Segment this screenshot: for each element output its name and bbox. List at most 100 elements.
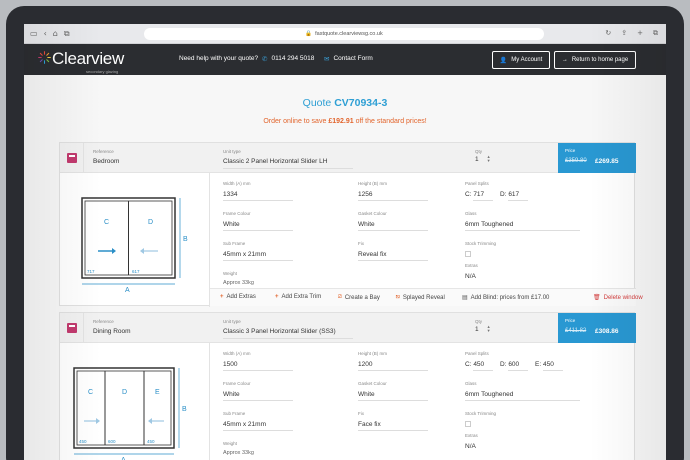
arrow-right-icon: → xyxy=(561,57,568,63)
reference-input[interactable]: Dining Room xyxy=(93,328,131,335)
window-toolbar: + Add Extras + Add Extra Trim ⧄ Create a Ba… xyxy=(210,288,643,306)
split-c-value: 450 xyxy=(473,361,485,368)
new-price: £269.85 xyxy=(595,158,619,165)
gasket-colour-select[interactable]: White xyxy=(358,391,375,398)
add-extras-button[interactable]: + Add Extras xyxy=(220,294,256,300)
browser-actions: ↻ ⇪ + ⧉ xyxy=(605,29,658,38)
glass-select[interactable]: 6mm Toughened xyxy=(465,221,513,228)
add-extra-trim-button[interactable]: + Add Extra Trim xyxy=(275,294,321,300)
fix-underline xyxy=(358,430,428,431)
gasket-colour-select[interactable]: White xyxy=(358,221,375,228)
sub-frame-select[interactable]: 45mm x 21mm xyxy=(223,251,266,258)
width-input[interactable]: 1334 xyxy=(223,191,237,198)
slide-right-arrowhead-icon xyxy=(96,418,100,424)
splayed-reveal-button[interactable]: ⧅ Splayed Reveal xyxy=(396,294,445,301)
unit-type-select[interactable]: Classic 2 Panel Horizontal Slider LH xyxy=(223,158,327,165)
share-icon[interactable]: ⇪ xyxy=(621,29,627,38)
panel-label-c: C xyxy=(88,389,93,396)
contact-label: Contact Form xyxy=(333,55,373,62)
browser-nav: ▭ ‹ ⌂ ⧉ xyxy=(30,29,70,39)
split-c[interactable]: C: 717 xyxy=(465,191,484,198)
split-label-d: 617 xyxy=(132,269,140,274)
glass-select[interactable]: 6mm Toughened xyxy=(465,391,513,398)
delete-window-button[interactable]: 🗑 Delete window xyxy=(593,294,643,302)
split-e[interactable]: E: 450 xyxy=(535,361,554,368)
width-underline xyxy=(223,370,293,371)
window-type-icon-box[interactable] xyxy=(60,313,84,343)
mail-icon: ✉ xyxy=(324,56,330,63)
qty-stepper[interactable]: 1 ▲ ▼ xyxy=(475,325,491,333)
split-c-letter: C: xyxy=(465,361,472,368)
home-icon[interactable]: ⌂ xyxy=(53,29,58,39)
stock-trimming-label: Stock Trimming xyxy=(465,411,497,416)
slide-right-arrowhead-icon xyxy=(112,248,116,254)
new-price: £308.86 xyxy=(595,328,619,335)
delete-window-label: Delete window xyxy=(603,294,643,301)
height-letter: B xyxy=(183,236,188,243)
frame-colour-select[interactable]: White xyxy=(223,221,240,228)
logo[interactable]: Clearview secondary glazing xyxy=(38,49,124,74)
qty-value: 1 xyxy=(475,155,479,163)
tabs-icon[interactable]: ⧉ xyxy=(64,29,70,39)
gasket-colour-label: Gasket Colour xyxy=(358,381,387,386)
phone-number: 0114 294 5018 xyxy=(271,55,315,62)
return-home-label: Return to home page xyxy=(571,57,629,63)
height-input[interactable]: 1256 xyxy=(358,191,372,198)
trash-icon: 🗑 xyxy=(593,295,601,301)
price-label: Price xyxy=(565,148,576,153)
my-account-button[interactable]: 👤 My Account xyxy=(492,51,550,69)
split-d[interactable]: D: 600 xyxy=(500,361,519,368)
quote-savings: Order online to save £192.91 off the sta… xyxy=(24,118,666,125)
height-label: Height (B) mm xyxy=(358,181,388,186)
stepper-arrows-icon[interactable]: ▲ ▼ xyxy=(487,325,491,333)
stock-trimming-checkbox[interactable] xyxy=(465,421,471,427)
return-home-button[interactable]: → Return to home page xyxy=(554,51,636,69)
split-d[interactable]: D: 617 xyxy=(500,191,519,198)
address-bar[interactable]: 🔒 fastquote.clearviewsg.co.uk xyxy=(144,28,544,40)
sidebar-icon[interactable]: ▭ xyxy=(30,29,38,39)
savings-suffix: off the standard prices! xyxy=(355,118,427,125)
price-box: Price £411.82 £308.86 xyxy=(558,313,636,343)
tab-overview-icon[interactable]: ⧉ xyxy=(653,29,658,38)
width-label: Width (A) mm xyxy=(223,351,251,356)
add-blind-button[interactable]: ▤ Add Blind: prices from £17.00 xyxy=(462,294,549,302)
fix-select[interactable]: Reveal fix xyxy=(358,251,387,258)
stepper-arrows-icon[interactable]: ▲ ▼ xyxy=(487,155,491,163)
height-input[interactable]: 1200 xyxy=(358,361,372,368)
window-diagram: C D E 450 600 450 A B xyxy=(60,343,210,460)
extras-value: N/A xyxy=(465,273,476,280)
split-label-e: 450 xyxy=(147,439,155,444)
stock-trimming-checkbox[interactable] xyxy=(465,251,471,257)
unit-type-select[interactable]: Classic 3 Panel Horizontal Slider (SS3) xyxy=(223,328,336,335)
stock-trimming-label: Stock Trimming xyxy=(465,241,497,246)
frame-colour-select[interactable]: White xyxy=(223,391,240,398)
split-c-underline xyxy=(473,200,493,201)
qty-stepper[interactable]: 1 ▲ ▼ xyxy=(475,155,491,163)
height-label: Height (B) mm xyxy=(358,351,388,356)
glass-underline xyxy=(465,400,580,401)
fix-select[interactable]: Face fix xyxy=(358,421,381,428)
sub-frame-select[interactable]: 45mm x 21mm xyxy=(223,421,266,428)
reference-input[interactable]: Bedroom xyxy=(93,158,119,165)
price-box: Price £359.80 £269.85 xyxy=(558,143,636,173)
reference-label: Reference xyxy=(93,149,114,154)
width-underline xyxy=(223,200,293,201)
split-c-letter: C: xyxy=(465,191,472,198)
splayed-reveal-label: Splayed Reveal xyxy=(402,294,445,301)
phone-link[interactable]: ✆ 0114 294 5018 xyxy=(262,55,314,63)
quote-title: Quote CV70934-3 xyxy=(24,97,666,109)
split-c-underline xyxy=(473,370,493,371)
width-input[interactable]: 1500 xyxy=(223,361,237,368)
create-bay-button[interactable]: ⧄ Create a Bay xyxy=(338,294,380,301)
reload-icon[interactable]: ↻ xyxy=(605,29,611,38)
back-icon[interactable]: ‹ xyxy=(44,29,47,39)
old-price: £411.82 xyxy=(565,328,587,334)
contact-link[interactable]: ✉ Contact Form xyxy=(324,55,373,63)
split-c[interactable]: C: 450 xyxy=(465,361,484,368)
panel-label-c: C xyxy=(104,219,109,226)
create-bay-label: Create a Bay xyxy=(344,294,380,301)
new-tab-icon[interactable]: + xyxy=(637,29,643,38)
add-extra-trim-label: Add Extra Trim xyxy=(281,294,322,300)
window-type-icon-box[interactable] xyxy=(60,143,84,173)
split-label-c: 717 xyxy=(87,269,95,274)
